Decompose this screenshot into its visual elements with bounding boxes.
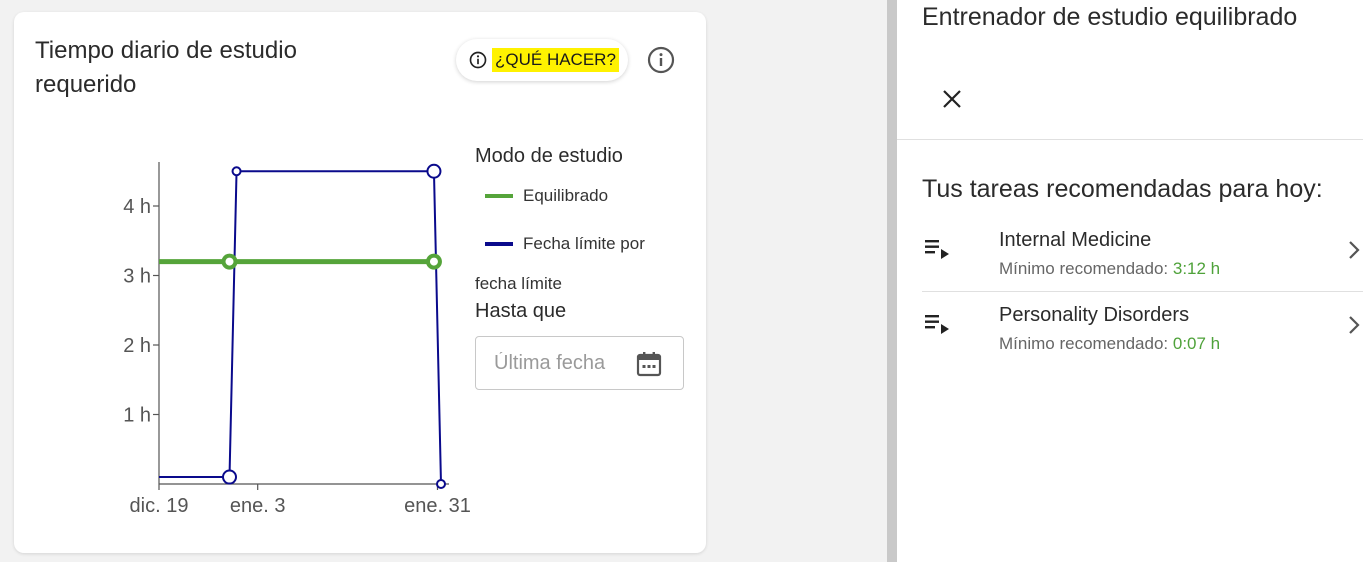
task-name: Personality Disorders — [999, 304, 1190, 326]
panel-title: Entrenador de estudio equilibrado — [922, 3, 1298, 31]
last-date-input[interactable] — [494, 351, 624, 375]
y-tick-label: 4 h — [123, 196, 151, 218]
chevron-right-icon — [1349, 316, 1360, 334]
task-minimum: Mínimo recomendado: 0:07 h — [999, 334, 1220, 354]
recommended-tasks-title: Tus tareas recomendadas para hoy: — [922, 175, 1323, 203]
legend-item-balanced[interactable]: Equilibrado — [485, 186, 608, 206]
task-item-personality-disorders[interactable]: Personality Disorders Mínimo recomendado… — [897, 298, 1363, 370]
legend-item-deadline[interactable]: Fecha límite por — [485, 234, 645, 254]
balanced-point — [425, 253, 442, 270]
queue-play-icon — [925, 315, 949, 334]
deadline-series-line — [159, 170, 442, 485]
task-minimum-label: Mínimo recomendado: — [999, 259, 1169, 278]
last-date-field[interactable] — [475, 336, 684, 390]
calendar-icon[interactable] — [635, 350, 663, 378]
task-minimum-value: 0:07 h — [1172, 334, 1221, 353]
legend-label-deadline-wrap: fecha límite — [475, 274, 562, 293]
y-tick-label: 3 h — [123, 266, 151, 288]
x-tick-label: ene. 3 — [230, 495, 286, 517]
task-minimum-value: 3:12 h — [1172, 259, 1221, 278]
what-to-do-label: ¿QUÉ HACER? — [492, 48, 619, 72]
chevron-right-icon — [1349, 241, 1360, 259]
until-label: Hasta que — [475, 300, 567, 322]
what-to-do-button[interactable]: ¿QUÉ HACER? — [456, 39, 628, 81]
legend-swatch-balanced — [485, 194, 513, 198]
legend-title: Modo de estudio — [475, 145, 623, 167]
x-tick-label: ene. 31 — [404, 495, 471, 517]
x-tick-label: dic. 19 — [130, 495, 189, 517]
queue-play-icon — [925, 240, 949, 259]
task-name: Internal Medicine — [999, 229, 1152, 251]
info-circle-icon — [469, 51, 487, 69]
study-coach-panel: Entrenador de estudio equilibrado Tus ta… — [897, 0, 1363, 562]
task-minimum: Mínimo recomendado: 3:12 h — [999, 259, 1220, 279]
info-icon[interactable] — [647, 46, 675, 74]
legend-swatch-deadline — [485, 242, 513, 246]
task-minimum-label: Mínimo recomendado: — [999, 334, 1169, 353]
legend-label-deadline: Fecha límite por — [523, 234, 645, 253]
panel-divider[interactable] — [887, 0, 897, 562]
y-tick-label: 2 h — [123, 335, 151, 357]
close-icon[interactable] — [940, 87, 964, 111]
study-time-chart: 4 h 3 h 2 h 1 h dic. 19 ene. 3 ene. 31 — [123, 162, 471, 517]
balanced-point — [221, 253, 238, 270]
deadline-point — [222, 469, 237, 485]
card-title: Tiempo diario de estudio requerido — [35, 37, 297, 98]
task-separator — [922, 291, 1363, 292]
deadline-point — [436, 479, 446, 489]
panel-separator — [897, 139, 1363, 140]
task-item-internal-medicine[interactable]: Internal Medicine Mínimo recomendado: 3:… — [897, 223, 1363, 295]
deadline-point — [231, 166, 242, 177]
study-time-card: Tiempo diario de estudio requerido ¿QUÉ … — [14, 12, 706, 553]
legend-label-balanced: Equilibrado — [523, 186, 609, 205]
y-tick-label: 1 h — [123, 405, 151, 427]
deadline-point — [426, 163, 442, 179]
